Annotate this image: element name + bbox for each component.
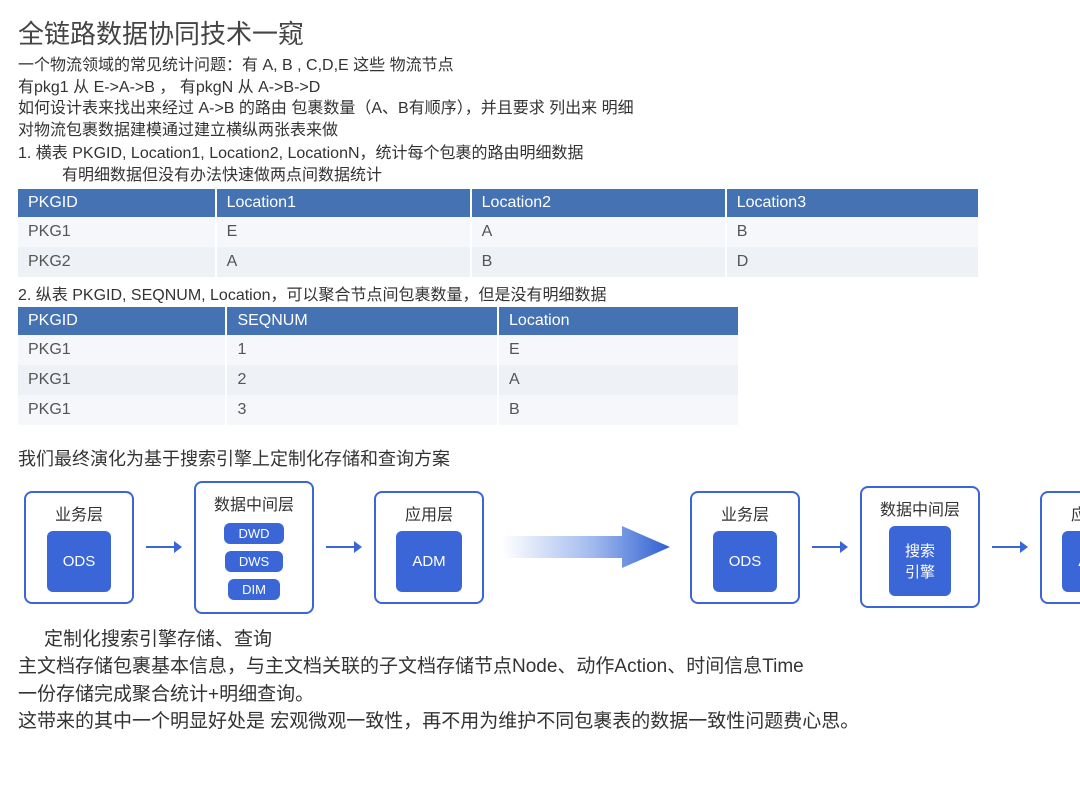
td: A (498, 365, 738, 395)
td: E (498, 335, 738, 365)
layer-title: 业务层 (721, 501, 769, 525)
right-app-layer: 应用层 ADM (1040, 491, 1080, 604)
adm-block: ADM (396, 531, 461, 592)
dim-block: DIM (228, 579, 280, 600)
footer-line: 定制化搜索引擎存储、查询 (44, 626, 1062, 654)
intro-line: 如何设计表来找出来经过 A->B 的路由 包裹数量（A、B有顺序），并且要求 列… (18, 98, 1062, 120)
layer-title: 数据中间层 (880, 496, 960, 520)
td: PKG1 (18, 217, 216, 247)
big-arrow-right-icon (502, 524, 672, 570)
footer-line: 一份存储完成聚合统计+明细查询。 (18, 681, 1062, 709)
footer-line: 主文档存储包裹基本信息，与主文档关联的子文档存储节点Node、动作Action、… (18, 653, 1062, 681)
layer-title: 应用层 (405, 501, 453, 525)
td: D (726, 247, 978, 277)
td: A (216, 247, 471, 277)
footer-line: 这带来的其中一个明显好处是 宏观微观一致性，再不用为维护不同包裹表的数据一致性问… (18, 708, 1062, 736)
right-biz-layer: 业务层 ODS (690, 491, 800, 604)
table-header-row: PKGID SEQNUM Location (18, 307, 738, 335)
ods-block: ODS (47, 531, 112, 592)
td: A (471, 217, 726, 247)
layer-title: 数据中间层 (214, 491, 294, 515)
intro-line: 对物流包裹数据建模通过建立横纵两张表来做 (18, 120, 1062, 142)
th: Location3 (726, 189, 978, 217)
table-horizontal: PKGID Location1 Location2 Location3 PKG1… (18, 189, 978, 277)
dwd-block: DWD (224, 523, 283, 544)
layer-title: 应用层 (1071, 501, 1080, 525)
td: B (471, 247, 726, 277)
search-engine-block: 搜索 引擎 (889, 526, 951, 596)
ods-block: ODS (713, 531, 778, 592)
architecture-diagram: 业务层 ODS 数据中间层 DWD DWS DIM 应用层 ADM (24, 481, 1062, 614)
td: B (498, 395, 738, 425)
table-row: PKG1 E A B (18, 217, 978, 247)
td: E (216, 217, 471, 247)
left-biz-layer: 业务层 ODS (24, 491, 134, 604)
table-header-row: PKGID Location1 Location2 Location3 (18, 189, 978, 217)
table-row: PKG1 1 E (18, 335, 738, 365)
table-row: PKG1 3 B (18, 395, 738, 425)
table-row: PKG1 2 A (18, 365, 738, 395)
td: PKG1 (18, 395, 226, 425)
dws-block: DWS (225, 551, 283, 572)
arrow-right-icon (992, 537, 1028, 557)
list-item-1-sub: 有明细数据但没有办法快速做两点间数据统计 (62, 165, 1062, 187)
intro-block: 一个物流领域的常见统计问题：有 A, B , C,D,E 这些 物流节点 有pk… (18, 55, 1062, 187)
footer-block: 定制化搜索引擎存储、查询 主文档存储包裹基本信息，与主文档关联的子文档存储节点N… (18, 626, 1062, 736)
arrow-right-icon (812, 537, 848, 557)
adm-block: ADM (1062, 531, 1080, 592)
layer-title: 业务层 (55, 501, 103, 525)
list-item-1: 1. 横表 PKGID, Location1, Location2, Locat… (18, 143, 1062, 165)
th: Location (498, 307, 738, 335)
page-title: 全链路数据协同技术一窥 (18, 14, 1062, 51)
right-mid-layer: 数据中间层 搜索 引擎 (860, 486, 980, 608)
table-row: PKG2 A B D (18, 247, 978, 277)
td: 2 (226, 365, 498, 395)
td: 3 (226, 395, 498, 425)
th: PKGID (18, 189, 216, 217)
intro-line: 有pkg1 从 E->A->B ， 有pkgN 从 A->B->D (18, 77, 1062, 99)
th: PKGID (18, 307, 226, 335)
left-mid-layer: 数据中间层 DWD DWS DIM (194, 481, 314, 614)
intro-line: 一个物流领域的常见统计问题：有 A, B , C,D,E 这些 物流节点 (18, 55, 1062, 77)
left-app-layer: 应用层 ADM (374, 491, 484, 604)
table-vertical: PKGID SEQNUM Location PKG1 1 E PKG1 2 A … (18, 307, 738, 425)
th: Location1 (216, 189, 471, 217)
arrow-right-icon (146, 537, 182, 557)
td: PKG2 (18, 247, 216, 277)
evolution-text: 我们最终演化为基于搜索引擎上定制化存储和查询方案 (18, 445, 1062, 471)
arrow-right-icon (326, 537, 362, 557)
td: PKG1 (18, 335, 226, 365)
th: Location2 (471, 189, 726, 217)
td: 1 (226, 335, 498, 365)
td: B (726, 217, 978, 247)
td: PKG1 (18, 365, 226, 395)
list-item-2: 2. 纵表 PKGID, SEQNUM, Location，可以聚合节点间包裹数… (18, 281, 1062, 305)
th: SEQNUM (226, 307, 498, 335)
